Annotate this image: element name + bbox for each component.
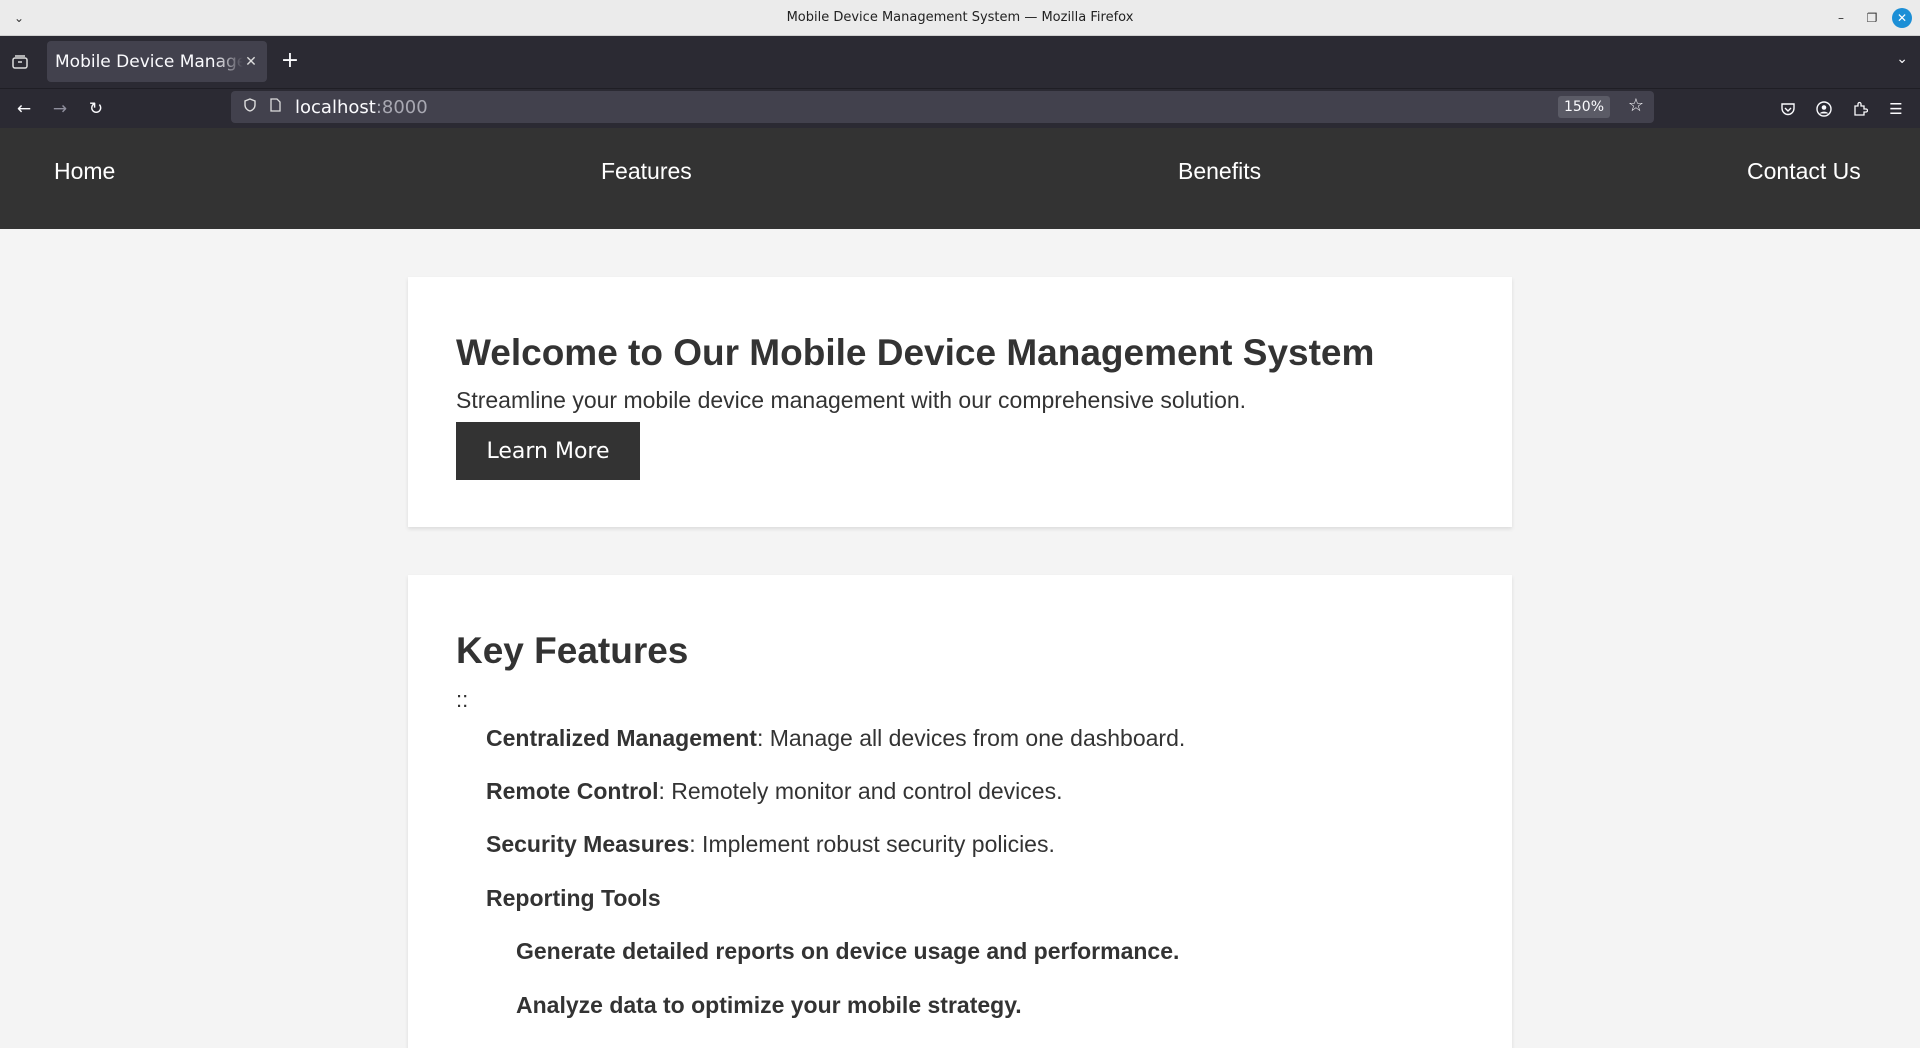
features-heading: Key Features: [456, 630, 689, 671]
close-tab-icon[interactable]: ✕: [243, 54, 259, 70]
hero-section: Welcome to Our Mobile Device Management …: [408, 277, 1512, 527]
feature-item: Remote Control: Remotely monitor and con…: [486, 778, 1062, 805]
chevron-down-icon[interactable]: ⌄: [10, 9, 28, 27]
feature-desc: : Manage all devices from one dashboard.: [756, 725, 1186, 751]
restore-icon[interactable]: ❐: [1862, 8, 1882, 28]
tab-strip: Mobile Device Management System ✕ + ⌄: [0, 36, 1920, 88]
browser-navbar: ← → ↻ localhost:8000 150% ☆ ☰: [0, 88, 1920, 128]
feature-desc: : Implement robust security policies.: [689, 831, 1055, 857]
feature-title: Remote Control: [486, 778, 659, 804]
tracking-shield-icon[interactable]: [241, 98, 259, 116]
nav-link-home[interactable]: Home: [54, 158, 115, 185]
new-tab-icon[interactable]: +: [278, 50, 302, 74]
hamburger-menu-icon[interactable]: ☰: [1884, 97, 1908, 121]
url-bar[interactable]: localhost:8000 150% ☆: [231, 91, 1654, 123]
url-port: :8000: [375, 96, 428, 118]
forward-arrow-icon[interactable]: →: [48, 97, 72, 121]
feature-title: Security Measures: [486, 831, 690, 857]
reload-icon[interactable]: ↻: [84, 97, 108, 121]
tab-title: Mobile Device Management System: [55, 51, 243, 72]
feature-item: Centralized Management: Manage all devic…: [486, 725, 1185, 752]
tab-list-icon[interactable]: [8, 50, 32, 74]
nav-link-features[interactable]: Features: [601, 158, 692, 185]
feature-item: Security Measures: Implement robust secu…: [486, 831, 1055, 858]
site-header: Home Features Benefits Contact Us: [0, 128, 1920, 229]
account-icon[interactable]: [1812, 97, 1836, 121]
extensions-icon[interactable]: [1848, 97, 1872, 121]
pocket-icon[interactable]: [1776, 97, 1800, 121]
feature-sub-item: Analyze data to optimize your mobile str…: [516, 992, 1022, 1018]
window-title: Mobile Device Management System — Mozill…: [786, 10, 1134, 25]
window-titlebar: ⌄ Mobile Device Management System — Mozi…: [0, 0, 1920, 36]
browser-tab-active[interactable]: Mobile Device Management System ✕: [47, 41, 267, 82]
minimize-icon[interactable]: –: [1831, 8, 1851, 28]
page-icon[interactable]: [267, 98, 283, 116]
feature-item: Reporting Tools: [486, 885, 661, 912]
back-arrow-icon[interactable]: ←: [12, 97, 36, 121]
hero-heading: Welcome to Our Mobile Device Management …: [456, 332, 1375, 373]
feature-title: Centralized Management: [486, 725, 757, 751]
star-icon[interactable]: ☆: [1628, 95, 1644, 116]
feature-desc: : Remotely monitor and control devices.: [658, 778, 1063, 804]
features-section: Key Features :: Centralized Management: …: [408, 575, 1512, 1048]
learn-more-button[interactable]: Learn More: [456, 422, 640, 480]
feature-title: Reporting Tools: [486, 885, 661, 911]
hero-subtitle: Streamline your mobile device management…: [456, 387, 1247, 413]
stray-text: ::: [456, 687, 469, 712]
url-host: localhost: [295, 96, 376, 118]
nav-link-benefits[interactable]: Benefits: [1178, 158, 1261, 185]
feature-sub-item: Generate detailed reports on device usag…: [516, 938, 1180, 964]
zoom-level-badge[interactable]: 150%: [1557, 96, 1610, 118]
list-all-tabs-icon[interactable]: ⌄: [1896, 50, 1908, 67]
nav-link-contact[interactable]: Contact Us: [1747, 158, 1861, 185]
close-window-icon[interactable]: ✕: [1892, 8, 1912, 28]
